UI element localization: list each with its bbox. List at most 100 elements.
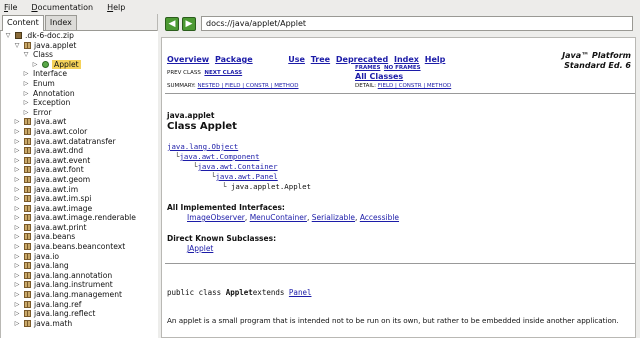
hierarchy-container-link[interactable]: java.awt.Container [197, 162, 277, 171]
collapse-arrow-icon[interactable]: ▽ [22, 50, 30, 60]
decl-separator [165, 263, 635, 264]
frames-link[interactable]: FRAMES [355, 65, 380, 71]
tree-item[interactable]: ▷ java.awt.font [1, 165, 158, 175]
nav-overview-link[interactable]: Overview [167, 55, 209, 64]
tree-item[interactable]: ▷ java.awt.im [1, 185, 158, 195]
tree-item[interactable]: ▷ Enum [1, 79, 158, 89]
expand-arrow-icon[interactable]: ▷ [13, 185, 21, 195]
next-class-link[interactable]: NEXT CLASS [204, 70, 242, 76]
expand-arrow-icon[interactable]: ▷ [13, 290, 21, 300]
header-separator [165, 93, 635, 94]
url-field[interactable]: docs://java/applet/Applet [201, 16, 633, 31]
hierarchy-panel-link[interactable]: java.awt.Panel [215, 172, 277, 181]
tree-item[interactable]: ▷ java.awt.datatransfer [1, 137, 158, 147]
expand-arrow-icon[interactable]: ▷ [13, 271, 21, 281]
hierarchy-object-link[interactable]: java.lang.Object [167, 142, 238, 151]
package-tree[interactable]: ▽ .dk-6-doc.zip ▽ java.applet ▽ Class ▷ Applet ▷… [0, 31, 158, 338]
expand-arrow-icon[interactable]: ▷ [13, 127, 21, 137]
nav-help-link[interactable]: Help [425, 55, 446, 64]
expand-arrow-icon[interactable]: ▷ [22, 98, 30, 108]
tree-item[interactable]: ▷ java.beans [1, 232, 158, 242]
tree-item[interactable]: ▷ java.lang [1, 261, 158, 271]
nav-deprecated-link[interactable]: Deprecated [336, 55, 388, 64]
expand-arrow-icon[interactable]: ▷ [13, 117, 21, 127]
expand-arrow-icon[interactable]: ▷ [13, 204, 21, 214]
tree-item[interactable]: ▷ java.awt.geom [1, 175, 158, 185]
interface-accessible-link[interactable]: Accessible [360, 213, 399, 222]
tree-item[interactable]: ▷ java.awt.print [1, 223, 158, 233]
tree-item[interactable]: ▷ Annotation [1, 89, 158, 99]
expand-arrow-icon[interactable]: ▷ [13, 252, 21, 262]
interface-menucontainer-link[interactable]: MenuContainer [250, 213, 307, 222]
expand-arrow-icon[interactable]: ▷ [13, 175, 21, 185]
tree-item[interactable]: ▷ java.awt.im.spi [1, 194, 158, 204]
collapse-arrow-icon[interactable]: ▽ [13, 41, 21, 51]
nav-use-link[interactable]: Use [288, 55, 305, 64]
collapse-arrow-icon[interactable]: ▽ [4, 31, 12, 41]
tree-item[interactable]: ▷ java.awt.event [1, 156, 158, 166]
expand-arrow-icon[interactable]: ▷ [13, 156, 21, 166]
expand-arrow-icon[interactable]: ▷ [13, 309, 21, 319]
tree-item[interactable]: ▷ java.beans.beancontext [1, 242, 158, 252]
interface-serializable-link[interactable]: Serializable [312, 213, 355, 222]
tree-item[interactable]: ▷ java.lang.ref [1, 300, 158, 310]
expand-arrow-icon[interactable]: ▷ [13, 194, 21, 204]
tab-index[interactable]: Index [44, 15, 77, 30]
detail-links[interactable]: FIELD | CONSTR | METHOD [378, 83, 452, 89]
tree-item[interactable]: ▷ Interface [1, 69, 158, 79]
expand-arrow-icon[interactable]: ▷ [22, 89, 30, 99]
expand-arrow-icon[interactable]: ▷ [22, 79, 30, 89]
hierarchy-applet-text: java.applet.Applet [230, 182, 311, 191]
expand-arrow-icon[interactable]: ▷ [13, 223, 21, 233]
nav-index-link[interactable]: Index [394, 55, 419, 64]
tree-item[interactable]: ▷ Applet [1, 59, 158, 70]
expand-arrow-icon[interactable]: ▷ [13, 165, 21, 175]
expand-arrow-icon[interactable]: ▷ [31, 60, 39, 70]
tree-item[interactable]: ▷ java.awt.image.renderable [1, 213, 158, 223]
expand-arrow-icon[interactable]: ▷ [13, 242, 21, 252]
tree-item[interactable]: ▷ java.math [1, 319, 158, 329]
tree-item[interactable]: ▷ Error [1, 108, 158, 118]
nav-tree-link[interactable]: Tree [311, 55, 330, 64]
expand-arrow-icon[interactable]: ▷ [22, 69, 30, 79]
tab-content[interactable]: Content [2, 15, 44, 31]
main-panel: ◀ ▶ docs://java/applet/Applet Overview P… [161, 14, 640, 338]
summary-links[interactable]: NESTED | FIELD | CONSTR | METHOD [197, 83, 298, 89]
expand-arrow-icon[interactable]: ▷ [13, 300, 21, 310]
expand-arrow-icon[interactable]: ▷ [13, 213, 21, 223]
expand-arrow-icon[interactable]: ▷ [13, 232, 21, 242]
nav-package-link[interactable]: Package [215, 55, 253, 64]
tree-item[interactable]: ▷ java.awt [1, 117, 158, 127]
tree-item[interactable]: ▽ .dk-6-doc.zip [1, 31, 158, 41]
tree-item[interactable]: ▷ java.lang.reflect [1, 309, 158, 319]
tree-item[interactable]: ▷ java.io [1, 252, 158, 262]
subclass-japplet-link[interactable]: JApplet [187, 244, 213, 253]
tree-item-label: java.beans [34, 232, 76, 242]
tree-item-label: Enum [33, 78, 55, 88]
tree-item[interactable]: ▷ java.awt.dnd [1, 146, 158, 156]
menu-help[interactable]: Help [107, 3, 125, 12]
expand-arrow-icon[interactable]: ▷ [13, 319, 21, 329]
expand-arrow-icon[interactable]: ▷ [13, 261, 21, 271]
interface-imageobserver-link[interactable]: ImageObserver [187, 213, 245, 222]
expand-arrow-icon[interactable]: ▷ [13, 146, 21, 156]
tree-item[interactable]: ▷ java.awt.image [1, 204, 158, 214]
menu-documentation[interactable]: Documentation [31, 3, 93, 12]
no-frames-link[interactable]: NO FRAMES [384, 65, 421, 71]
tree-item[interactable]: ▷ java.awt.color [1, 127, 158, 137]
tree-item[interactable]: ▷ Exception [1, 98, 158, 108]
back-button[interactable]: ◀ [165, 16, 179, 31]
tree-item[interactable]: ▷ java.lang.management [1, 290, 158, 300]
menu-file[interactable]: File [4, 3, 17, 12]
tree-item[interactable]: ▷ java.lang.instrument [1, 280, 158, 290]
tree-item[interactable]: ▽ Class [1, 50, 158, 60]
expand-arrow-icon[interactable]: ▷ [13, 280, 21, 290]
tree-item[interactable]: ▽ java.applet [1, 41, 158, 51]
expand-arrow-icon[interactable]: ▷ [22, 108, 30, 118]
forward-button[interactable]: ▶ [182, 16, 196, 31]
decl-superclass-link[interactable]: Panel [289, 288, 312, 297]
hierarchy-component-link[interactable]: java.awt.Component [179, 152, 259, 161]
tree-item[interactable]: ▷ java.lang.annotation [1, 271, 158, 281]
expand-arrow-icon[interactable]: ▷ [13, 137, 21, 147]
all-classes-link[interactable]: All Classes [355, 72, 403, 81]
